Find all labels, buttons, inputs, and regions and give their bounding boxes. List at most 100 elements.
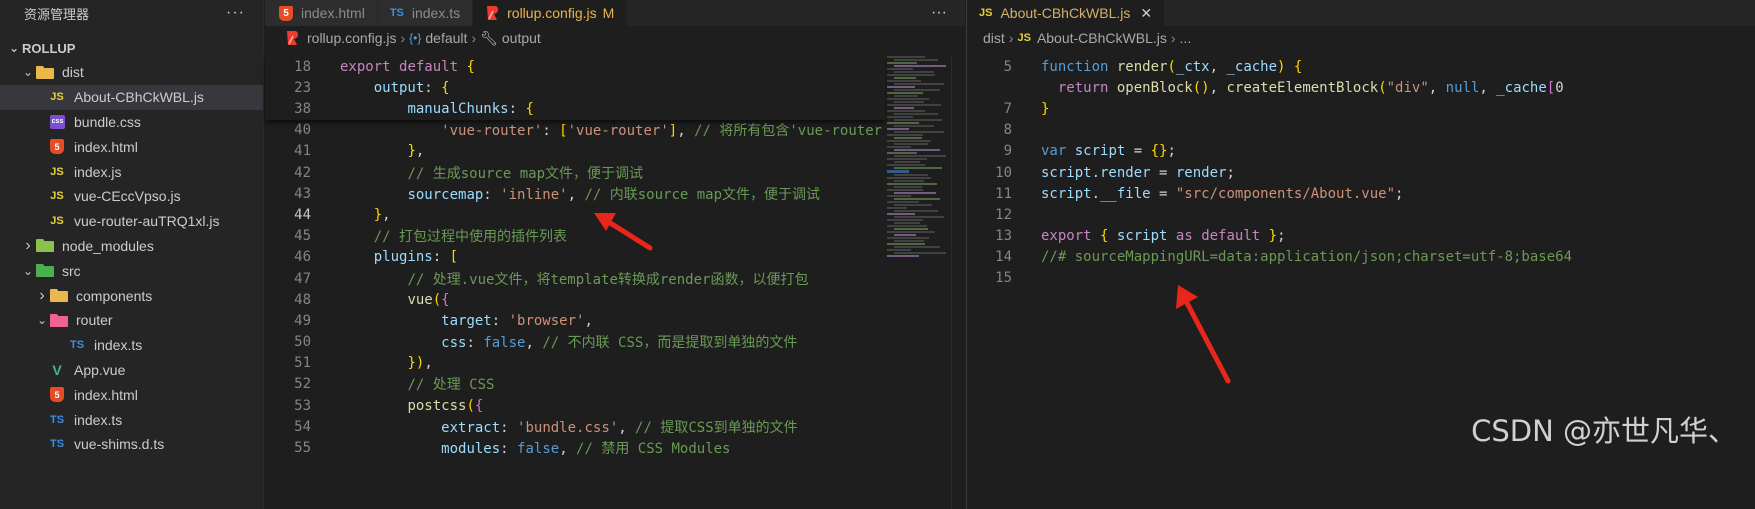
code-line[interactable]: 40 'vue-router': ['vue-router'], // 将所有包…	[265, 120, 885, 141]
code-line[interactable]: 18 export default {	[265, 56, 885, 77]
code-text: export default {	[340, 58, 475, 75]
breadcrumb-folder[interactable]: dist	[983, 30, 1005, 46]
minimap-line	[894, 234, 916, 236]
tree-item[interactable]: V App.vue	[0, 358, 263, 383]
code-line[interactable]: 48 vue({	[265, 289, 885, 310]
code-line[interactable]: 50 css: false, // 不内联 CSS，而是提取到单独的文件	[265, 331, 885, 352]
tree-item[interactable]: TS vue-shims.d.ts	[0, 432, 263, 457]
line-number: 23	[294, 79, 311, 96]
code-area[interactable]: 40 'vue-router': ['vue-router'], // 将所有包…	[265, 56, 885, 509]
code-line[interactable]: 10 script.render = render;	[967, 162, 1755, 183]
tab-about-js[interactable]: JS About-CBhCkWBL.js ✕	[967, 0, 1166, 26]
tab-index-html[interactable]: 5 index.html	[265, 0, 378, 26]
code-line[interactable]: 8	[967, 120, 1755, 141]
tree-item[interactable]: ⌄ dist	[0, 60, 263, 85]
tree-item[interactable]: JS vue-CEccVpso.js	[0, 184, 263, 209]
folder-icon	[36, 264, 54, 278]
code-line[interactable]: 47 // 处理.vue文件，将template转换成render函数，以便打包	[265, 268, 885, 289]
breadcrumb-symbol-default[interactable]: default	[425, 30, 467, 46]
code-line[interactable]: 44 },	[265, 204, 885, 225]
tree-item-label: dist	[62, 64, 84, 81]
minimap-line	[894, 143, 928, 145]
code-line[interactable]: 11 script.__file = "src/components/About.…	[967, 183, 1755, 204]
tree-item[interactable]: ⌄ src	[0, 258, 263, 283]
vertical-scrollbar[interactable]	[951, 56, 965, 509]
code-line[interactable]: 9 var script = {};	[967, 141, 1755, 162]
tree-item-label: index.ts	[74, 411, 123, 428]
code-line[interactable]: 14 //# sourceMappingURL=data:application/…	[967, 247, 1755, 268]
tree-item[interactable]: › components	[0, 283, 263, 308]
minimap-line	[894, 113, 938, 115]
line-number: 47	[294, 270, 311, 287]
tree-item[interactable]: JS vue-router-auTRQ1xl.js	[0, 209, 263, 234]
sticky-scroll-header[interactable]: 18 export default {23 output: {38 manualC…	[265, 56, 885, 120]
more-actions-icon[interactable]: ···	[931, 4, 947, 22]
minimap-line	[887, 80, 921, 82]
workspace-section-header[interactable]: ⌄ ROLLUP	[0, 36, 263, 60]
tree-item-label: components	[76, 287, 153, 304]
minimap-line	[887, 170, 909, 173]
code-line[interactable]: 5 function render(_ctx, _cache) {	[967, 56, 1755, 77]
tree-item[interactable]: ⌄ router	[0, 308, 263, 333]
line-number: 51	[294, 355, 311, 372]
minimap-line	[887, 104, 941, 106]
ts-file-icon: TS	[389, 7, 404, 19]
tree-item[interactable]: TS index.ts	[0, 333, 263, 358]
code-line[interactable]: 49 target: 'browser',	[265, 310, 885, 331]
minimap-line	[887, 86, 915, 88]
breadcrumb-rest[interactable]: ...	[1180, 30, 1192, 46]
minimap-line	[894, 240, 924, 242]
breadcrumb-symbol-output[interactable]: output	[502, 30, 541, 46]
tab-rollup-config[interactable]: rollup.config.js M	[473, 0, 628, 26]
code-line[interactable]: 41 },	[265, 141, 885, 162]
line-number: 48	[294, 291, 311, 308]
code-text: // 处理 CSS	[407, 377, 495, 394]
tab-index-ts[interactable]: TS index.ts	[377, 0, 474, 26]
minimap[interactable]	[887, 56, 947, 276]
chevron-right-icon: ›	[1170, 30, 1176, 46]
minimap-line	[887, 231, 935, 233]
code-text: css: false, // 不内联 CSS，而是提取到单独的文件	[441, 335, 798, 352]
tree-item[interactable]: JS index.js	[0, 159, 263, 184]
code-line[interactable]: 15	[967, 268, 1755, 289]
code-line[interactable]: 55 modules: false, // 禁用 CSS Modules	[265, 437, 885, 458]
code-line[interactable]: 51 }),	[265, 353, 885, 374]
code-text: },	[407, 143, 425, 160]
code-line[interactable]: 38 manualChunks: {	[265, 98, 885, 119]
code-line[interactable]: 45 // 打包过程中使用的插件列表	[265, 226, 885, 247]
code-line[interactable]: return openBlock(), createElementBlock("…	[967, 77, 1755, 98]
code-line[interactable]: 7}	[967, 98, 1755, 119]
code-line[interactable]: 46 plugins: [	[265, 247, 885, 268]
chevron-right-icon: ›	[1008, 30, 1014, 46]
tree-item[interactable]: › node_modules	[0, 234, 263, 259]
code-line[interactable]: 23 output: {	[265, 77, 885, 98]
more-actions-icon[interactable]: ···	[226, 4, 245, 22]
code-line[interactable]: 12	[967, 204, 1755, 225]
line-number: 38	[294, 100, 311, 117]
code-line[interactable]: 42 // 生成source map文件，便于调试	[265, 162, 885, 183]
tree-item-label: node_modules	[62, 237, 154, 254]
code-line[interactable]: 52 // 处理 CSS	[265, 374, 885, 395]
code-text: plugins: [	[373, 249, 459, 266]
minimap-line	[894, 180, 924, 182]
minimap-line	[887, 152, 917, 154]
tree-item[interactable]: 5 index.html	[0, 382, 263, 407]
close-icon[interactable]: ✕	[1140, 5, 1152, 22]
code-line[interactable]: 53 postcss({	[265, 395, 885, 416]
tab-label: rollup.config.js	[507, 5, 597, 21]
tree-item[interactable]: 5 index.html	[0, 134, 263, 159]
code-line[interactable]: 43 sourcemap: 'inline', // 内联source map文…	[265, 183, 885, 204]
minimap-line	[894, 59, 938, 61]
tree-item[interactable]: JS About-CBhCkWBL.js	[0, 84, 263, 110]
minimap-line	[887, 225, 927, 227]
tree-item[interactable]: TS index.ts	[0, 407, 263, 432]
breadcrumb-file[interactable]: About-CBhCkWBL.js	[1037, 30, 1167, 46]
code-line[interactable]: 13 export { script as default };	[967, 226, 1755, 247]
code-line[interactable]: 54 extract: 'bundle.css', // 提取CSS到单独的文件	[265, 416, 885, 437]
tree-item-label: vue-router-auTRQ1xl.js	[74, 213, 220, 230]
tab-label: index.html	[301, 5, 365, 21]
line-number: 14	[995, 249, 1012, 266]
tree-item[interactable]: css bundle.css	[0, 110, 263, 135]
breadcrumb-file[interactable]: rollup.config.js	[307, 30, 397, 46]
explorer-panel: 资源管理器 ··· ⌄ ROLLUP ⌄ dist JS About-CBhCkWBL…	[0, 0, 264, 509]
